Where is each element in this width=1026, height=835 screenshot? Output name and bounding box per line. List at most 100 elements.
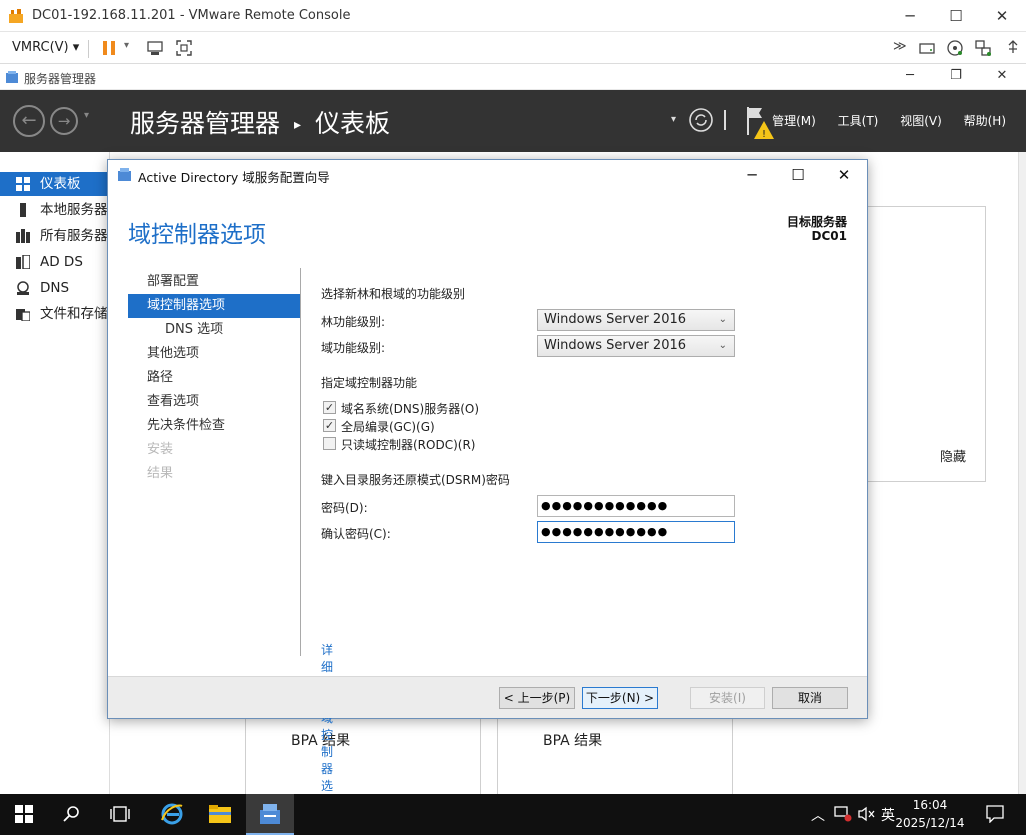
- sm-minimize-button[interactable]: ─: [887, 64, 933, 90]
- step-review-options[interactable]: 查看选项: [128, 390, 300, 414]
- forward-arrow-icon[interactable]: →: [50, 107, 78, 135]
- cd-rom-icon[interactable]: [946, 39, 964, 57]
- vmrc-window-title: DC01-192.168.11.201 - VMware Remote Cons…: [32, 8, 351, 23]
- cancel-button[interactable]: 取消: [772, 687, 848, 709]
- sidebar-item-ad-ds[interactable]: AD DS: [0, 250, 110, 274]
- confirm-password-field[interactable]: ●●●●●●●●●●●●: [537, 521, 735, 543]
- menu-view[interactable]: 视图(V): [900, 114, 942, 128]
- global-catalog-label[interactable]: 全局编录(GC)(G): [341, 418, 435, 435]
- clock-date[interactable]: 2025/12/14: [890, 816, 970, 830]
- learn-more-link[interactable]: 详细了解 域控制器选项: [321, 641, 333, 811]
- step-dns-options[interactable]: DNS 选项: [128, 318, 300, 342]
- password-field[interactable]: ●●●●●●●●●●●●: [537, 495, 735, 517]
- vmrc-menu[interactable]: VMRC(V) ▾: [12, 40, 79, 55]
- domain-level-label: 域功能级别:: [321, 341, 386, 355]
- task-view-icon: [110, 806, 130, 822]
- notification-center-icon[interactable]: [986, 805, 1004, 823]
- more-arrows-icon[interactable]: ≫: [893, 39, 907, 54]
- task-view-button[interactable]: [96, 794, 144, 835]
- wizard-app-icon: [118, 168, 131, 181]
- volume-muted-icon[interactable]: [857, 806, 875, 822]
- pause-dropdown-icon[interactable]: ▾: [124, 40, 129, 51]
- menu-tools[interactable]: 工具(T): [838, 114, 879, 128]
- rodc-label[interactable]: 只读域控制器(RODC)(R): [341, 436, 475, 453]
- step-deployment-config[interactable]: 部署配置: [128, 270, 300, 294]
- capabilities-title: 指定域控制器功能: [321, 376, 418, 390]
- functional-level-title: 选择新林和根域的功能级别: [321, 287, 466, 301]
- steps-divider: [300, 268, 301, 656]
- bpa-result-label-2[interactable]: BPA 结果: [543, 730, 602, 750]
- minimize-button[interactable]: ─: [887, 0, 933, 32]
- breadcrumb-page: 仪表板: [314, 109, 390, 138]
- dialog-close-button[interactable]: ✕: [821, 160, 867, 190]
- install-button: 安装(I): [690, 687, 765, 709]
- dialog-title: Active Directory 域服务配置向导: [138, 170, 330, 185]
- start-button[interactable]: [0, 794, 48, 835]
- dialog-minimize-button[interactable]: ─: [729, 160, 775, 190]
- search-button[interactable]: [48, 794, 96, 835]
- send-ctrl-alt-del-icon[interactable]: [146, 40, 164, 56]
- forest-functional-level-select[interactable]: Windows Server 2016 ⌄: [537, 309, 735, 331]
- fullscreen-icon[interactable]: [175, 39, 193, 57]
- dns-server-label[interactable]: 域名系统(DNS)服务器(O): [341, 400, 479, 417]
- breadcrumb-root[interactable]: 服务器管理器: [130, 109, 280, 138]
- hard-disk-icon[interactable]: [918, 40, 936, 56]
- show-hidden-icons-icon[interactable]: ︿: [811, 805, 825, 825]
- sidebar-item-dns[interactable]: DNS: [0, 276, 110, 300]
- dsrm-title: 键入目录服务还原模式(DSRM)密码: [321, 473, 510, 487]
- rodc-checkbox[interactable]: [323, 437, 336, 450]
- sidebar-item-label: DNS: [40, 280, 70, 296]
- back-button[interactable]: < 上一步(P): [499, 687, 575, 709]
- folder-icon: [209, 805, 231, 823]
- sm-close-button[interactable]: ✕: [979, 64, 1025, 90]
- server-manager-taskbar-button[interactable]: [246, 794, 294, 835]
- vertical-scrollbar[interactable]: [1018, 152, 1026, 794]
- sm-restore-button[interactable]: ❐: [933, 64, 979, 90]
- sidebar-item-local-server[interactable]: 本地服务器: [0, 198, 110, 222]
- taskbar: ︿ 英 16:04 2025/12/14: [0, 794, 1026, 835]
- domain-functional-level-select[interactable]: Windows Server 2016 ⌄: [537, 335, 735, 357]
- refresh-icon[interactable]: [688, 107, 714, 133]
- step-dc-options[interactable]: 域控制器选项: [128, 294, 300, 318]
- chevron-down-icon: ⌄: [718, 314, 727, 325]
- back-arrow-icon[interactable]: ←: [13, 105, 45, 137]
- sidebar-item-file-storage[interactable]: 文件和存储: [0, 302, 110, 326]
- internet-explorer-button[interactable]: [148, 794, 196, 835]
- step-paths[interactable]: 路径: [128, 366, 300, 390]
- maximize-button[interactable]: ☐: [933, 0, 979, 32]
- network-warning-icon[interactable]: [834, 806, 852, 822]
- vmrc-toolbar: VMRC(V) ▾ ▾ ≫: [0, 32, 1026, 64]
- forest-level-value: Windows Server 2016: [544, 312, 687, 327]
- dns-server-checkbox[interactable]: ✓: [323, 401, 336, 414]
- toolbar-divider: [88, 40, 89, 58]
- next-button[interactable]: 下一步(N) >: [582, 687, 658, 709]
- dialog-footer: < 上一步(P) 下一步(N) > 安装(I) 取消: [108, 676, 867, 718]
- server-manager-window-title: 服务器管理器: [24, 72, 97, 86]
- server-manager-title-bar: 服务器管理器 ─ ❐ ✕: [0, 64, 1026, 90]
- sidebar-item-dashboard[interactable]: 仪表板: [0, 172, 110, 196]
- sidebar: 仪表板 本地服务器 所有服务器 AD DS DNS 文件和存储: [0, 152, 110, 794]
- hide-link[interactable]: 隐藏: [940, 446, 966, 465]
- network-adapter-icon[interactable]: [974, 39, 992, 57]
- dialog-maximize-button[interactable]: ☐: [775, 160, 821, 190]
- global-catalog-checkbox[interactable]: ✓: [323, 419, 336, 432]
- header-dropdown-icon[interactable]: ▾: [671, 114, 676, 125]
- dialog-heading: 域控制器选项: [128, 222, 266, 248]
- menu-manage[interactable]: 管理(M): [772, 114, 816, 128]
- history-dropdown-icon[interactable]: ▾: [84, 110, 89, 121]
- sidebar-item-label: 所有服务器: [40, 228, 108, 244]
- file-explorer-button[interactable]: [196, 794, 244, 835]
- server-manager-icon: [260, 804, 280, 824]
- svg-text:!: !: [762, 129, 766, 140]
- step-prerequisites-check[interactable]: 先决条件检查: [128, 414, 300, 438]
- close-button[interactable]: ✕: [979, 0, 1025, 32]
- adds-icon: [16, 255, 30, 269]
- step-additional-options[interactable]: 其他选项: [128, 342, 300, 366]
- pause-icon[interactable]: [101, 40, 117, 56]
- usb-icon[interactable]: [1004, 39, 1022, 57]
- sidebar-item-all-servers[interactable]: 所有服务器: [0, 224, 110, 248]
- bpa-tile-2: [497, 712, 733, 802]
- breadcrumb-separator-icon: ▸: [293, 117, 301, 133]
- menu-help[interactable]: 帮助(H): [964, 114, 1006, 128]
- clock-time[interactable]: 16:04: [890, 798, 970, 812]
